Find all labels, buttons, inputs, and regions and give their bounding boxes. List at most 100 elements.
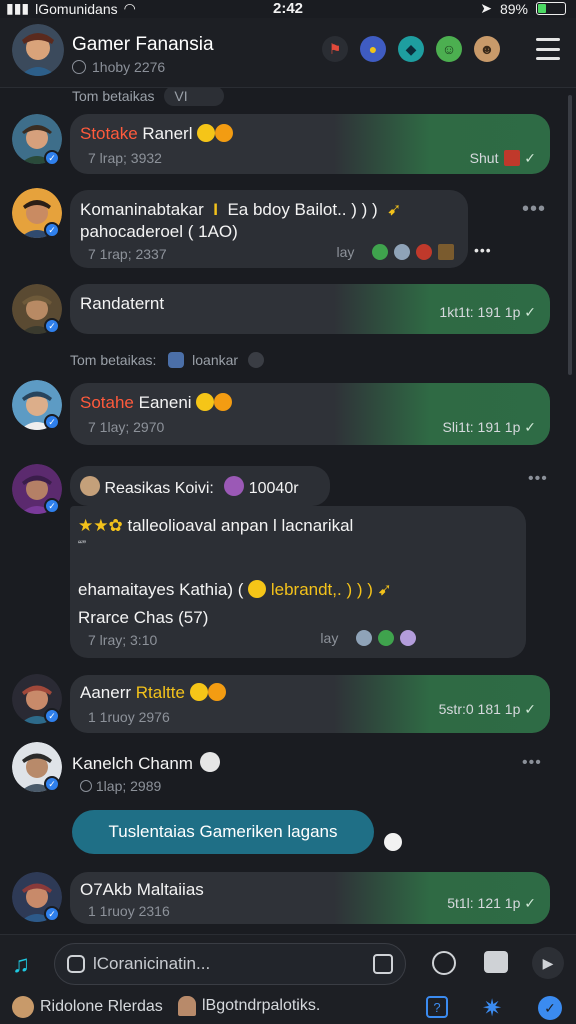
read-check-icon: ✓ (524, 701, 536, 717)
subtitle-text: 1hoby 2276 (92, 59, 166, 75)
sender-name: O7Akb Maltaiias (80, 880, 204, 899)
message-line-2: ehamaitayes Kathia) ( lebrandt,. ) ) ) ➹ (78, 580, 392, 599)
message-input[interactable] (93, 944, 363, 984)
verified-badge-icon: ✓ (44, 222, 60, 238)
message-time: 7 lray; 3:10 (88, 632, 158, 648)
more-options-icon[interactable]: ••• (522, 198, 546, 221)
message-bubble[interactable]: O7Akb Maltaiias 1 1ruoy 2316 5t1l: 121 1… (70, 872, 550, 924)
message-meta: Sli1t: 191 1p ✓ (442, 419, 536, 435)
reaction-icon[interactable] (416, 244, 433, 260)
attach-icon[interactable] (373, 954, 393, 974)
reaction-icon[interactable] (400, 630, 416, 646)
status-right: ➤ 89% (480, 0, 566, 17)
reaction-icon[interactable] (356, 630, 373, 646)
settings-badge-icon[interactable]: ✓ (538, 996, 562, 1020)
message-time: 7 lrap; 3932 (88, 150, 162, 166)
message-input-wrapper (54, 943, 406, 985)
system-badge: VI (164, 88, 224, 106)
message-line-2: pahocaderoel ( 1AO) (80, 222, 238, 241)
sender-name: Kanelch Chanm (72, 752, 220, 774)
members-icon (72, 60, 86, 74)
alien-icon (224, 476, 245, 496)
read-check-icon: ✓ (524, 150, 536, 166)
skull-icon (199, 752, 220, 772)
scrollbar[interactable] (568, 95, 572, 375)
message-meta: 1kt1t: 191 1p ✓ (439, 304, 536, 320)
app-icon (168, 352, 185, 368)
figure-icon (178, 996, 196, 1016)
battery-icon (536, 2, 566, 15)
nav-item-groups[interactable]: lBgotndrpalotiks. (178, 996, 320, 1016)
composer-bar: ♫ ▶ (0, 934, 576, 992)
nav-item-profile[interactable]: Ridolone Rlerdas (12, 996, 163, 1018)
reactions-row: lay (337, 244, 454, 260)
sticker-icon[interactable] (67, 955, 85, 973)
gallery-icon[interactable] (484, 951, 508, 973)
verified-badge-icon: ✓ (44, 906, 60, 922)
message-bubble[interactable]: Randaternt 1kt1t: 191 1p ✓ (70, 284, 550, 334)
verified-badge-icon: ✓ (44, 708, 60, 724)
message-bubble[interactable]: ★★✿ talleolioaval anpan l lacnarikal “” … (70, 506, 526, 658)
message-meta: 5t1l: 121 1p ✓ (447, 895, 536, 911)
message-bubble[interactable]: Aanerr Rtaltte 1 1ruoy 2976 5str:0 181 1… (70, 675, 550, 733)
gamer-avatar-icon[interactable]: ☻ (474, 36, 500, 62)
chat-subtitle: 1hoby 2276 (72, 59, 165, 75)
emoji-icon (189, 683, 208, 701)
profile-avatar-icon (12, 996, 34, 1018)
message-meta: 5str:0 181 1p ✓ (438, 701, 536, 717)
timer-icon (384, 833, 402, 851)
reaction-icon (504, 150, 521, 166)
location-pin-icon[interactable] (432, 951, 456, 975)
read-check-icon: ✓ (524, 304, 536, 320)
system-note-top: Tom betaikas VI (72, 88, 224, 106)
system-note-mid: Tom betaikas: loankar (70, 352, 264, 368)
clock-icon (80, 780, 92, 792)
read-check-icon: ✓ (524, 419, 536, 435)
reply-header[interactable]: Reasikas Koivi: 10040r (70, 466, 330, 506)
hamburger-menu-icon[interactable] (536, 38, 560, 60)
flag-icon[interactable]: ⚑ (322, 36, 348, 62)
battery-percent: 89% (499, 0, 528, 17)
music-note-icon[interactable]: ♫ (12, 951, 30, 979)
verified-badge-icon: ✓ (44, 150, 60, 166)
message-time: 1 1ruoy 2976 (88, 709, 170, 725)
emoji-icon (207, 683, 226, 701)
star-badge-icon[interactable]: ✷ (482, 994, 502, 1023)
message-line-3: Rrarce Chas (57) (78, 608, 209, 627)
more-options-icon[interactable]: ••• (522, 754, 542, 772)
action-pill-button[interactable]: Tuslentaias Gameriken lagans (72, 810, 374, 854)
chat-title: Gamer Fanansia (72, 34, 214, 55)
message-bubble[interactable]: Komaninabtakar I Ea bdoy Bailot.. ) ) ) … (70, 190, 468, 268)
verified-badge-icon: ✓ (44, 498, 60, 514)
shield-icon[interactable]: ◆ (398, 36, 424, 62)
message-time: 7 1rap; 2337 (88, 246, 167, 262)
reaction-icon[interactable] (378, 630, 395, 646)
verified-badge-icon: ✓ (44, 414, 60, 430)
more-options-icon[interactable]: ••• (528, 470, 548, 488)
globe-icon[interactable]: ● (360, 36, 386, 62)
shield-emblem-icon (247, 352, 264, 368)
reactions-row: lay (320, 630, 416, 646)
message-bubble[interactable]: Sotahe Eaneni 7 1lay; 2970 Sli1t: 191 1p… (70, 383, 550, 445)
more-options-icon[interactable]: ••• (474, 242, 492, 258)
sender-name: Sotahe Eaneni (80, 393, 233, 413)
group-avatar[interactable] (12, 24, 64, 76)
verified-badge-icon: ✓ (44, 318, 60, 334)
emoji-icon (196, 393, 215, 411)
message-line-1: ★★✿ talleolioaval anpan l lacnarikal (78, 516, 354, 535)
help-icon[interactable]: ? (426, 996, 448, 1018)
reply-avatar-icon (80, 476, 100, 496)
sender-name: Stotake Ranerl (80, 124, 234, 144)
reaction-icon[interactable] (394, 244, 411, 260)
reaction-icon[interactable] (438, 244, 454, 260)
read-check-icon: ✓ (524, 895, 536, 911)
reaction-icon[interactable] (372, 244, 389, 260)
send-button[interactable]: ▶ (532, 947, 564, 979)
message-line-1: Komaninabtakar I Ea bdoy Bailot.. ) ) ) … (80, 200, 402, 219)
message-bubble[interactable]: Stotake Ranerl 7 lrap; 3932 Shut ✓ (70, 114, 550, 174)
emoji-icon (214, 393, 233, 411)
verified-badge-icon: ✓ (44, 776, 60, 792)
message-time: 1 1ruoy 2316 (88, 903, 170, 919)
message-feed[interactable]: Tom betaikas VI ✓ Stotake Ranerl 7 lrap;… (0, 88, 576, 934)
smiley-icon[interactable]: ☺ (436, 36, 462, 62)
